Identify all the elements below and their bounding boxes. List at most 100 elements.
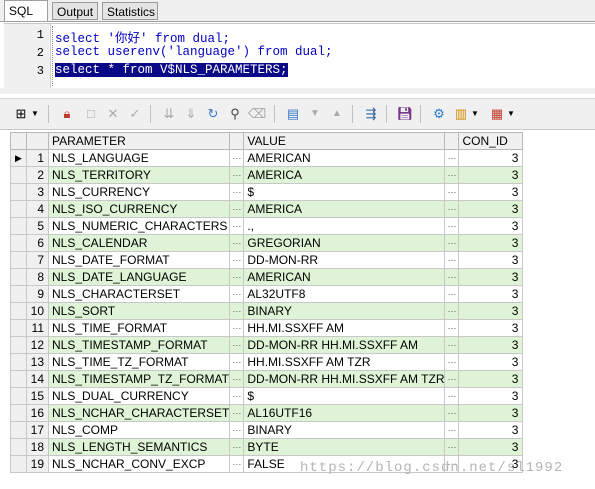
ellipsis-button[interactable]: ··· [229,217,245,235]
table-row[interactable]: 10 NLS_SORT ··· BINARY ··· 3 [10,302,524,320]
code-line[interactable]: select '你好' from dual; [55,27,230,46]
table-icon[interactable]: ▦ [488,105,506,123]
clear-icon[interactable]: ⌫ [248,105,266,123]
ellipsis-button[interactable]: ··· [229,421,245,439]
refresh-icon[interactable]: ↻ [204,105,222,123]
ellipsis-button[interactable]: ··· [444,217,460,235]
cell-con-id[interactable]: 3 [458,302,524,320]
cell-con-id[interactable]: 3 [458,217,524,235]
cell-parameter[interactable]: NLS_LENGTH_SEMANTICS [47,438,231,456]
column-header-con-id[interactable]: CON_ID [458,132,524,150]
table-row[interactable]: 18 NLS_LENGTH_SEMANTICS ··· BYTE ··· 3 [10,438,524,456]
table-row[interactable]: 4 NLS_ISO_CURRENCY ··· AMERICA ··· 3 [10,200,524,218]
ellipsis-button[interactable]: ··· [229,302,245,320]
ellipsis-button[interactable]: ··· [229,200,245,218]
ellipsis-button[interactable]: ··· [444,251,460,269]
table-row[interactable]: 3 NLS_CURRENCY ··· $ ··· 3 [10,183,524,201]
cell-con-id[interactable]: 3 [458,268,524,286]
cell-parameter[interactable]: NLS_DATE_LANGUAGE [47,268,231,286]
cell-parameter[interactable]: NLS_DUAL_CURRENCY [47,387,231,405]
table-row[interactable]: 6 NLS_CALENDAR ··· GREGORIAN ··· 3 [10,234,524,252]
cell-parameter[interactable]: NLS_ISO_CURRENCY [47,200,231,218]
column-header-parameter[interactable]: PARAMETER [47,132,231,150]
table-row[interactable]: 14 NLS_TIMESTAMP_TZ_FORMAT ··· DD-MON-RR HH… [10,370,524,388]
ellipsis-button[interactable]: ··· [229,336,245,354]
cell-value[interactable]: HH.MI.SSXFF AM [243,319,446,337]
row-indicator[interactable] [10,387,27,405]
cell-value[interactable]: BYTE [243,438,446,456]
ellipsis-button[interactable]: ··· [444,268,460,286]
row-indicator[interactable] [10,183,27,201]
cell-con-id[interactable]: 3 [458,370,524,388]
ellipsis-button[interactable]: ··· [444,438,460,456]
table-row[interactable]: 7 NLS_DATE_FORMAT ··· DD-MON-RR ··· 3 [10,251,524,269]
tree-icon[interactable]: ⇶ [362,105,380,123]
ellipsis-button[interactable]: ··· [229,455,245,473]
grid-menu-icon[interactable]: ⊞ [12,105,30,123]
ellipsis-button[interactable]: ··· [444,149,460,167]
cell-con-id[interactable]: 3 [458,234,524,252]
cell-parameter[interactable]: NLS_CALENDAR [47,234,231,252]
cell-value[interactable]: $ [243,387,446,405]
save-icon[interactable]: 💾︎ [396,105,414,123]
cell-value[interactable]: BINARY [243,421,446,439]
add-record-icon[interactable]: □ [82,105,100,123]
lock-icon[interactable]: 🔒︎ [58,105,76,123]
ellipsis-button[interactable]: ··· [444,285,460,303]
row-indicator[interactable] [10,319,27,337]
ellipsis-button[interactable]: ··· [229,166,245,184]
table-row[interactable]: 9 NLS_CHARACTERSET ··· AL32UTF8 ··· 3 [10,285,524,303]
cell-con-id[interactable]: 3 [458,166,524,184]
cell-value[interactable]: ., [243,217,446,235]
tab-statistics[interactable]: Statistics [102,2,158,20]
ellipsis-button[interactable]: ··· [444,387,460,405]
ellipsis-button[interactable]: ··· [229,251,245,269]
ellipsis-button[interactable]: ··· [444,302,460,320]
ellipsis-button[interactable]: ··· [444,370,460,388]
move-down-icon[interactable]: ▼ [306,105,324,123]
row-indicator[interactable] [10,353,27,371]
cell-parameter[interactable]: NLS_TIMESTAMP_FORMAT [47,336,231,354]
ellipsis-button[interactable]: ··· [229,438,245,456]
cell-value[interactable]: AMERICA [243,166,446,184]
ellipsis-button[interactable]: ··· [444,319,460,337]
delete-record-icon[interactable]: ✕ [104,105,122,123]
row-indicator[interactable] [10,404,27,422]
cell-con-id[interactable]: 3 [458,353,524,371]
cell-con-id[interactable]: 3 [458,200,524,218]
cell-parameter[interactable]: NLS_COMP [47,421,231,439]
cell-parameter[interactable]: NLS_NCHAR_CHARACTERSET [47,404,231,422]
cell-value[interactable]: $ [243,183,446,201]
ellipsis-button[interactable]: ··· [229,234,245,252]
row-indicator[interactable] [10,302,27,320]
cell-parameter[interactable]: NLS_TIME_TZ_FORMAT [47,353,231,371]
fetch-last-icon[interactable]: ⇓ [182,105,200,123]
cell-parameter[interactable]: NLS_NUMERIC_CHARACTERS [47,217,231,235]
cell-con-id[interactable]: 3 [458,149,524,167]
cell-parameter[interactable]: NLS_CURRENCY [47,183,231,201]
ellipsis-button[interactable]: ··· [444,200,460,218]
row-indicator[interactable] [10,251,27,269]
chevron-down-icon[interactable]: ▼ [30,105,40,123]
ellipsis-button[interactable]: ··· [229,183,245,201]
ellipsis-button[interactable]: ··· [444,166,460,184]
cell-con-id[interactable]: 3 [458,319,524,337]
table-row[interactable]: 12 NLS_TIMESTAMP_FORMAT ··· DD-MON-RR HH.MI… [10,336,524,354]
cell-value[interactable]: BINARY [243,302,446,320]
table-row[interactable]: 15 NLS_DUAL_CURRENCY ··· $ ··· 3 [10,387,524,405]
ellipsis-button[interactable]: ··· [444,353,460,371]
table-row[interactable]: 5 NLS_NUMERIC_CHARACTERS ···., ··· 3 [10,217,524,235]
row-indicator[interactable] [10,455,27,473]
tab-sql[interactable]: SQL [4,0,48,21]
table-row[interactable]: 8 NLS_DATE_LANGUAGE ··· AMERICAN ··· 3 [10,268,524,286]
table-row[interactable]: 11 NLS_TIME_FORMAT ··· HH.MI.SSXFF AM ··· 3 [10,319,524,337]
ellipsis-button[interactable]: ··· [444,336,460,354]
cell-parameter[interactable]: NLS_SORT [47,302,231,320]
find-icon[interactable]: ⚲ [226,105,244,123]
column-header-value[interactable]: VALUE [243,132,446,150]
row-indicator[interactable] [10,166,27,184]
code-line[interactable]: select userenv('language') from dual; [55,45,333,59]
cell-value[interactable]: DD-MON-RR HH.MI.SSXFF AM [243,336,446,354]
chart-icon[interactable]: ▥ [452,105,470,123]
export-icon[interactable]: ▤ [284,105,302,123]
